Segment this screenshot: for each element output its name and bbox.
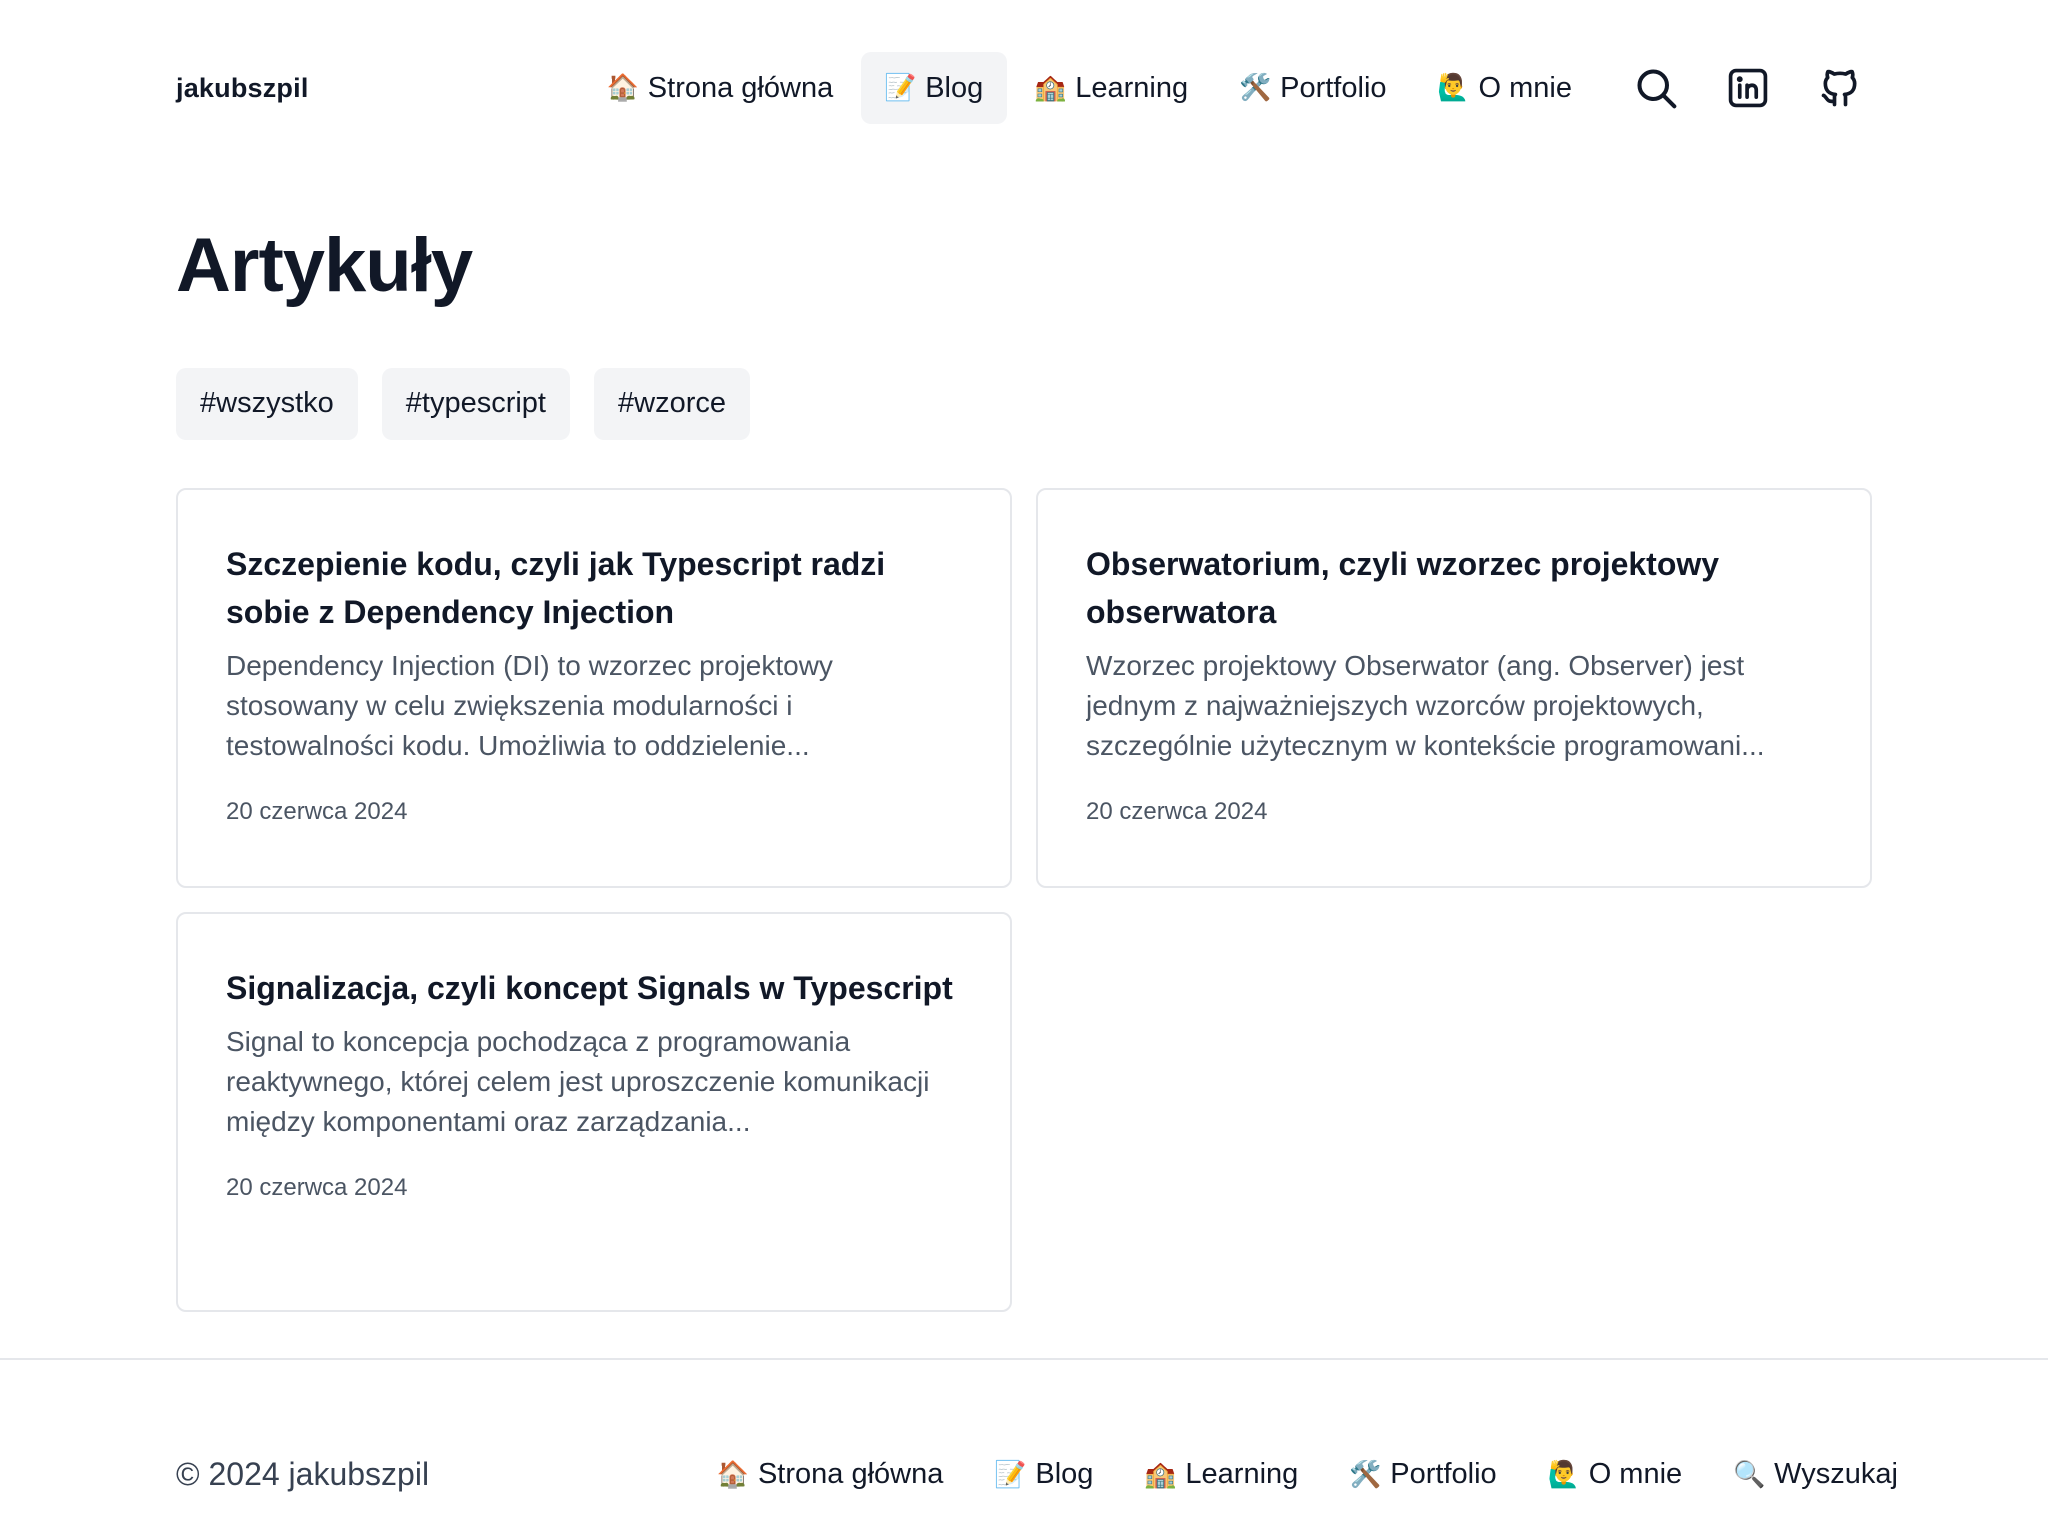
footer-item-label: Blog — [1035, 1458, 1094, 1490]
footer-nav: 🏠 Strona główna 📝 Blog 🏫 Learning 🛠️ Por… — [716, 1458, 1898, 1491]
article-title[interactable]: Obserwatorium, czyli wzorzec projektowy … — [1086, 540, 1822, 636]
linkedin-icon — [1728, 68, 1768, 108]
footer-item-label: O mnie — [1588, 1458, 1683, 1490]
footer-item-label: Strona główna — [757, 1458, 944, 1490]
footer-item-portfolio[interactable]: 🛠️ Portfolio — [1349, 1458, 1497, 1491]
site-brand[interactable]: jakubszpil — [176, 73, 309, 104]
tag-filter-list: #wszystko #typescript #wzorce — [176, 367, 1872, 440]
memo-icon: 📝 — [884, 73, 917, 103]
footer-item-home[interactable]: 🏠 Strona główna — [716, 1458, 944, 1491]
nav-item-label: Strona główna — [647, 71, 834, 104]
person-raising-hand-icon: 🙋‍♂️ — [1437, 73, 1470, 103]
article-date: 20 czerwca 2024 — [226, 1173, 408, 1201]
article-list: Szczepienie kodu, czyli jak Typescript r… — [176, 487, 1872, 1312]
article-title[interactable]: Signalizacja, czyli koncept Signals w Ty… — [226, 964, 962, 1012]
footer-item-blog[interactable]: 📝 Blog — [994, 1458, 1094, 1491]
footer-item-label: Learning — [1185, 1458, 1299, 1490]
site-header: jakubszpil 🏠 Strona główna 📝 Blog 🏫 Lear… — [0, 0, 2048, 176]
school-icon: 🏫 — [1144, 1459, 1177, 1490]
school-icon: 🏫 — [1034, 73, 1067, 103]
person-raising-hand-icon: 🙋‍♂️ — [1547, 1459, 1580, 1490]
house-icon: 🏠 — [716, 1459, 750, 1490]
footer-item-learning[interactable]: 🏫 Learning — [1144, 1458, 1299, 1491]
tools-icon: 🛠️ — [1238, 73, 1272, 103]
search-button[interactable] — [1624, 56, 1688, 120]
nav-item-about[interactable]: 🙋‍♂️ O mnie — [1415, 52, 1596, 124]
house-icon: 🏠 — [606, 73, 639, 103]
article-date: 20 czerwca 2024 — [1086, 797, 1268, 825]
tag-all[interactable]: #wszystko — [176, 367, 358, 440]
article-description: Signal to koncepcja pochodząca z program… — [226, 1025, 930, 1137]
github-icon — [1821, 69, 1857, 107]
article-card[interactable]: Signalizacja, czyli koncept Signals w Ty… — [176, 911, 1012, 1312]
nav-item-home[interactable]: 🏠 Strona główna — [584, 52, 857, 124]
footer-item-search[interactable]: 🔍 Wyszukaj — [1732, 1458, 1898, 1491]
nav-item-learning[interactable]: 🏫 Learning — [1011, 52, 1212, 124]
nav-item-portfolio[interactable]: 🛠️ Portfolio — [1216, 52, 1410, 124]
memo-icon: 📝 — [994, 1459, 1027, 1490]
tools-icon: 🛠️ — [1349, 1459, 1382, 1490]
article-title[interactable]: Szczepienie kodu, czyli jak Typescript r… — [226, 540, 962, 636]
main-nav: 🏠 Strona główna 📝 Blog 🏫 Learning 🛠️ Por… — [584, 52, 1872, 124]
nav-item-label: Portfolio — [1280, 71, 1387, 104]
article-card[interactable]: Obserwatorium, czyli wzorzec projektowy … — [1036, 487, 1872, 888]
footer-item-label: Wyszukaj — [1774, 1458, 1898, 1490]
tag-typescript[interactable]: #typescript — [381, 367, 570, 440]
linkedin-button[interactable] — [1716, 56, 1780, 120]
github-button[interactable] — [1808, 56, 1872, 120]
footer-item-about[interactable]: 🙋‍♂️ O mnie — [1547, 1458, 1683, 1491]
page-title: Artykuły — [176, 223, 473, 308]
nav-item-label: Blog — [925, 71, 984, 104]
tag-patterns[interactable]: #wzorce — [594, 367, 750, 440]
nav-item-blog[interactable]: 📝 Blog — [861, 52, 1008, 124]
article-description: Wzorzec projektowy Obserwator (ang. Obse… — [1086, 649, 1765, 761]
magnifier-icon: 🔍 — [1732, 1459, 1766, 1490]
nav-item-label: O mnie — [1478, 71, 1572, 104]
main-content: Artykuły #wszystko #typescript #wzorce S… — [176, 224, 1872, 1312]
search-icon — [1637, 69, 1677, 109]
footer-item-label: Portfolio — [1390, 1458, 1497, 1490]
article-card[interactable]: Szczepienie kodu, czyli jak Typescript r… — [176, 487, 1012, 888]
article-date: 20 czerwca 2024 — [226, 797, 408, 825]
copyright-text: © 2024 jakubszpil — [176, 1456, 430, 1492]
article-description: Dependency Injection (DI) to wzorzec pro… — [226, 649, 833, 761]
site-footer: © 2024 jakubszpil 🏠 Strona główna 📝 Blog… — [0, 1358, 2048, 1536]
nav-item-label: Learning — [1075, 71, 1189, 104]
